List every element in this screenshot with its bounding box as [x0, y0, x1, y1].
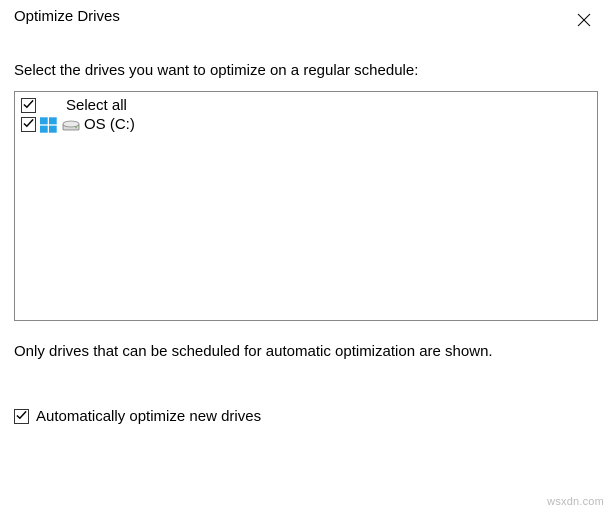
select-all-row[interactable]: Select all: [21, 96, 591, 115]
drive-checkbox[interactable]: [21, 117, 36, 132]
drive-list[interactable]: Select all: [14, 91, 598, 321]
close-button[interactable]: [570, 8, 598, 36]
info-note: Only drives that can be scheduled for au…: [14, 343, 598, 360]
select-all-checkbox[interactable]: [21, 98, 36, 113]
drive-label: OS (C:): [84, 116, 135, 133]
auto-optimize-checkbox[interactable]: [14, 409, 29, 424]
checkmark-icon: [23, 116, 34, 133]
auto-optimize-row[interactable]: Automatically optimize new drives: [14, 408, 598, 425]
hard-drive-icon: [62, 117, 80, 133]
window-title: Optimize Drives: [14, 8, 120, 25]
select-all-label: Select all: [66, 97, 127, 114]
close-icon: [577, 13, 591, 32]
watermark: wsxdn.com: [547, 496, 604, 508]
auto-optimize-label: Automatically optimize new drives: [36, 408, 261, 425]
instruction-text: Select the drives you want to optimize o…: [14, 62, 598, 79]
checkmark-icon: [23, 97, 34, 114]
drive-row[interactable]: OS (C:): [21, 115, 591, 134]
checkmark-icon: [16, 408, 27, 425]
windows-logo-icon: [40, 117, 58, 133]
